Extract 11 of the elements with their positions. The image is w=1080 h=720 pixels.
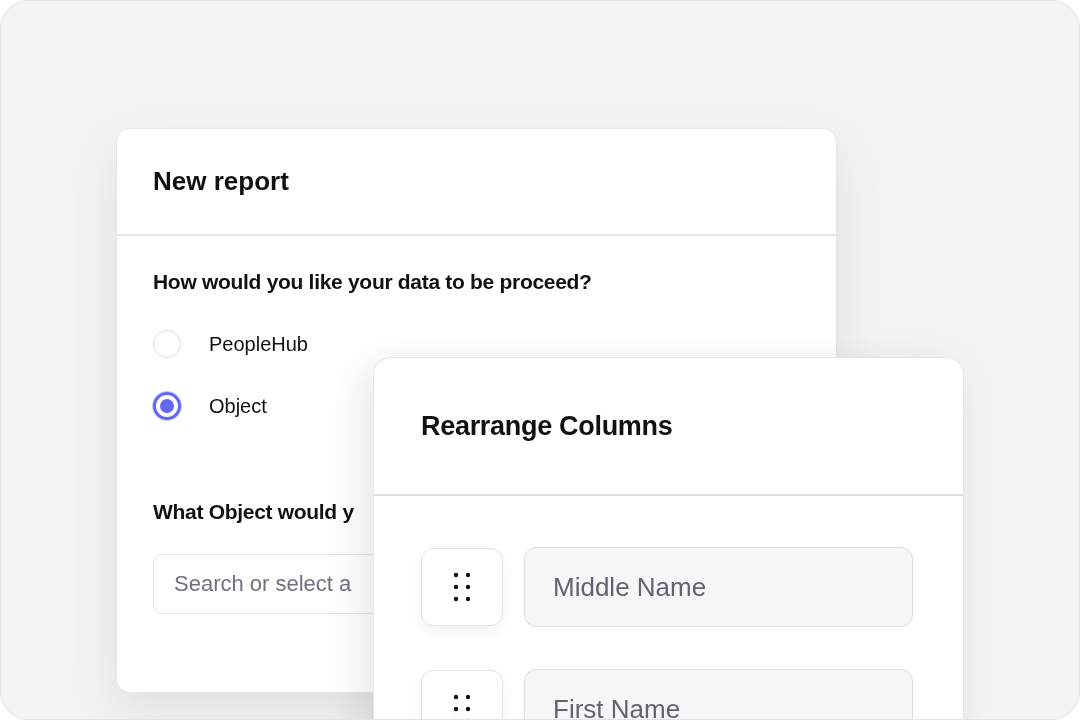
- column-field[interactable]: Middle Name: [524, 547, 913, 627]
- radio-button[interactable]: [153, 392, 181, 420]
- radio-option[interactable]: PeopleHub: [153, 330, 308, 358]
- dialog-title: New report: [153, 166, 289, 197]
- dialog-title: Rearrange Columns: [421, 410, 673, 442]
- question-text: How would you like your data to be proceed?: [153, 270, 592, 294]
- radio-option[interactable]: Object: [153, 392, 308, 420]
- question-text: What Object would y: [153, 500, 354, 524]
- column-field[interactable]: First Name: [524, 669, 913, 719]
- drag-handle[interactable]: [421, 548, 503, 626]
- drag-handle-icon: [453, 572, 471, 602]
